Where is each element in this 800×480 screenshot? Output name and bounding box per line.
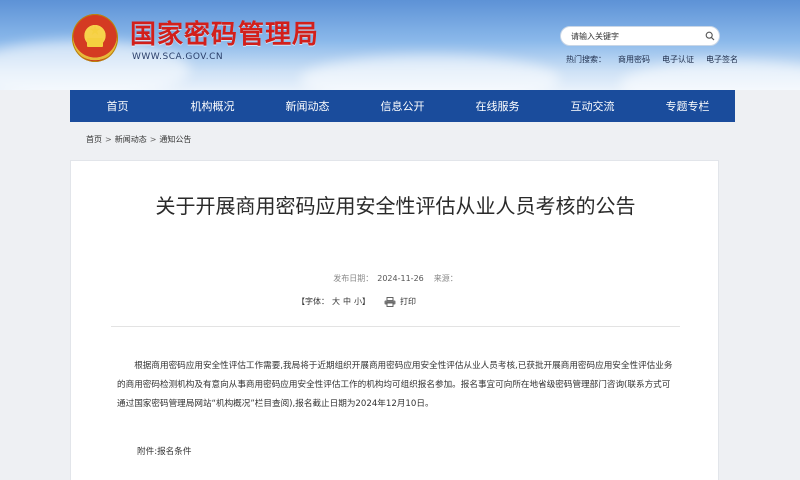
nav-item-disclosure[interactable]: 信息公开: [355, 90, 450, 122]
site-title[interactable]: 国家密码管理局: [130, 14, 319, 51]
hot-search: 热门搜索： 商用密码 电子认证 电子签名: [566, 54, 750, 65]
nav-item-organization[interactable]: 机构概况: [165, 90, 260, 122]
article-meta: 发布日期： 2024-11-26 来源：: [71, 273, 720, 284]
site-header: ★ 国家密码管理局 WWW.SCA.GOV.CN 热门搜索： 商用密码 电子认证…: [0, 0, 800, 90]
nav-item-news[interactable]: 新闻动态: [260, 90, 355, 122]
search-icon[interactable]: [701, 27, 719, 45]
nav-item-online-service[interactable]: 在线服务: [450, 90, 545, 122]
font-size-medium[interactable]: 中: [343, 296, 351, 307]
national-emblem-icon: ★: [72, 14, 118, 62]
article-divider: [111, 326, 680, 327]
publish-date: 2024-11-26: [377, 274, 424, 283]
printer-icon: [384, 296, 396, 307]
breadcrumb-home[interactable]: 首页: [86, 135, 102, 144]
source-label: 来源：: [433, 274, 458, 283]
print-label: 打印: [400, 297, 416, 306]
breadcrumb-separator: >: [149, 135, 157, 144]
font-size-small[interactable]: 小】: [354, 296, 370, 307]
hot-link-e-signature[interactable]: 电子签名: [706, 54, 738, 65]
print-button[interactable]: 打印: [384, 296, 416, 307]
search-input[interactable]: [561, 30, 701, 42]
attachment-link[interactable]: 附件:报名条件: [137, 445, 191, 457]
main-nav: 首页 机构概况 新闻动态 信息公开 在线服务 互动交流 专题专栏: [70, 90, 735, 122]
site-url: WWW.SCA.GOV.CN: [132, 52, 224, 62]
breadcrumb-notices[interactable]: 通知公告: [159, 135, 191, 144]
breadcrumb-separator: >: [105, 135, 112, 144]
publish-date-label: 发布日期：: [333, 274, 374, 283]
hot-link-commercial-crypto[interactable]: 商用密码: [618, 54, 650, 65]
nav-item-interaction[interactable]: 互动交流: [545, 90, 640, 122]
breadcrumb: 首页 > 新闻动态 > 通知公告: [86, 134, 191, 145]
hot-search-label: 热门搜索：: [566, 55, 606, 64]
article-card: 关于开展商用密码应用安全性评估从业人员考核的公告 发布日期： 2024-11-26…: [70, 160, 719, 480]
font-size-label: 【字体：: [297, 297, 329, 306]
hot-link-e-certification[interactable]: 电子认证: [662, 54, 694, 65]
article-body: 根据商用密码应用安全性评估工作需要,我局将于近期组织开展商用密码应用安全性评估从…: [117, 361, 673, 409]
nav-item-home[interactable]: 首页: [70, 90, 165, 122]
article-tools: 【字体： 大 中 小】 打印: [297, 296, 416, 307]
search-box: [560, 26, 720, 46]
article-title: 关于开展商用密码应用安全性评估从业人员考核的公告: [155, 194, 636, 218]
font-size-large[interactable]: 大: [332, 296, 340, 307]
nav-item-special-topics[interactable]: 专题专栏: [640, 90, 735, 122]
breadcrumb-news[interactable]: 新闻动态: [115, 135, 147, 144]
